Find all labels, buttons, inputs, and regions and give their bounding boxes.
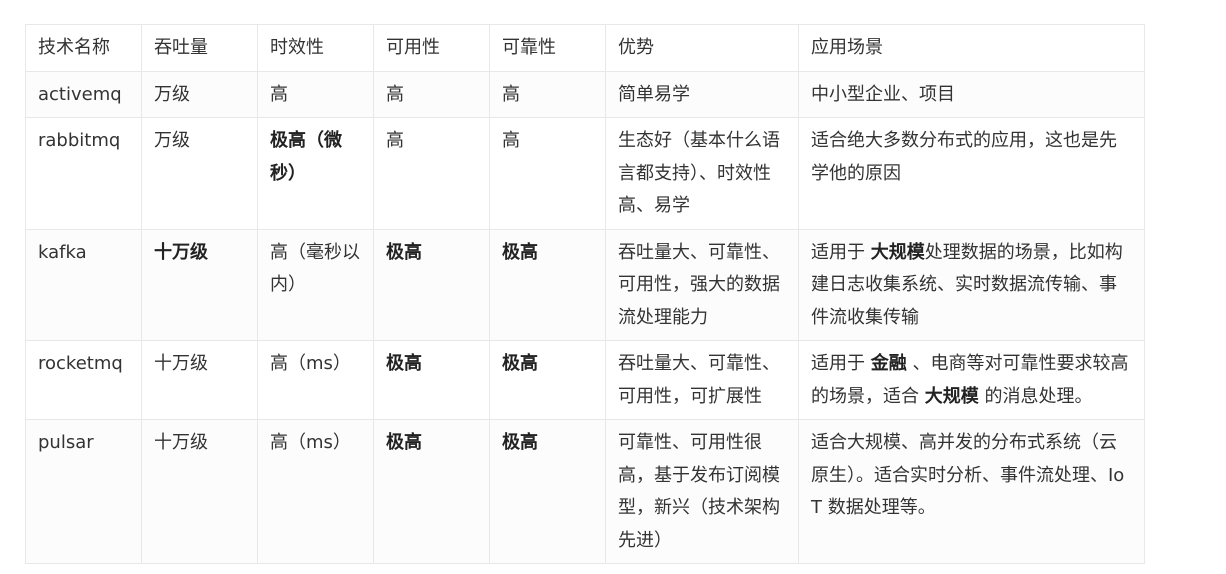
- table-row: pulsar 十万级 高（ms） 极高 极高 可靠性、可用性很高，基于发布订阅模…: [25, 419, 1145, 564]
- cell-timeliness: 高（毫秒以内）: [257, 228, 374, 341]
- cell-scenario: 中小型企业、项目: [798, 70, 1145, 118]
- cell-advantage: 生态好（基本什么语言都支持）、时效性高、易学: [605, 117, 799, 230]
- cell-scenario: 适用于 金融 、电商等对可靠性要求较高的场景，适合 大规模 的消息处理。: [798, 340, 1145, 420]
- table-header-row: 技术名称 吞吐量 时效性 可用性 可靠性 优势 应用场景: [25, 24, 1145, 72]
- cell-availability: 极高: [373, 340, 490, 420]
- header-throughput: 吞吐量: [141, 24, 258, 72]
- scenario-text: 中小型企业、项目: [811, 83, 955, 105]
- header-availability: 可用性: [373, 24, 490, 72]
- header-timeliness: 时效性: [257, 24, 374, 72]
- cell-tech-name: rocketmq: [25, 340, 142, 420]
- cell-reliability: 极高: [489, 228, 606, 341]
- table-row: rabbitmq 万级 极高（微秒） 高 高 生态好（基本什么语言都支持）、时效…: [25, 117, 1145, 230]
- cell-availability: 高: [373, 70, 490, 118]
- cell-timeliness: 极高（微秒）: [257, 117, 374, 230]
- cell-tech-name: activemq: [25, 70, 142, 118]
- cell-availability: 极高: [373, 419, 490, 564]
- cell-throughput: 十万级: [141, 419, 258, 564]
- cell-throughput: 万级: [141, 117, 258, 230]
- scenario-text: 适合绝大多数分布式的应用，这也是先学他的原因: [811, 130, 1117, 184]
- cell-tech-name: pulsar: [25, 419, 142, 564]
- cell-availability: 高: [373, 117, 490, 230]
- header-reliability: 可靠性: [489, 24, 606, 72]
- cell-scenario: 适合绝大多数分布式的应用，这也是先学他的原因: [798, 117, 1145, 230]
- cell-availability: 极高: [373, 228, 490, 341]
- cell-timeliness: 高: [257, 70, 374, 118]
- mq-comparison-table: 技术名称 吞吐量 时效性 可用性 可靠性 优势 应用场景 activemq 万级…: [25, 24, 1145, 564]
- cell-scenario: 适用于 大规模处理数据的场景，比如构建日志收集系统、实时数据流传输、事件流收集传…: [798, 228, 1145, 341]
- cell-advantage: 可靠性、可用性很高，基于发布订阅模型，新兴（技术架构先进）: [605, 419, 799, 564]
- scenario-emphasis: 金融: [870, 353, 907, 374]
- cell-tech-name: rabbitmq: [25, 117, 142, 230]
- cell-advantage: 吞吐量大、可靠性、可用性，可扩展性: [605, 340, 799, 420]
- cell-scenario: 适合大规模、高并发的分布式系统（云原生）。适合实时分析、事件流处理、IoT 数据…: [798, 419, 1145, 564]
- cell-reliability: 高: [489, 70, 606, 118]
- cell-timeliness: 高（ms）: [257, 340, 374, 420]
- table-row: rocketmq 十万级 高（ms） 极高 极高 吞吐量大、可靠性、可用性，可扩…: [25, 340, 1145, 420]
- scenario-text: 适合大规模、高并发的分布式系统（云原生）。适合实时分析、事件流处理、IoT 数据…: [811, 432, 1125, 518]
- header-tech-name: 技术名称: [25, 24, 142, 72]
- cell-timeliness: 高（ms）: [257, 419, 374, 564]
- header-advantage: 优势: [605, 24, 799, 72]
- scenario-text: 的消息处理。: [978, 385, 1093, 407]
- table-row: activemq 万级 高 高 高 简单易学 中小型企业、项目: [25, 70, 1145, 118]
- cell-advantage: 简单易学: [605, 70, 799, 118]
- cell-throughput: 十万级: [141, 228, 258, 341]
- scenario-emphasis: 大规模: [870, 241, 925, 263]
- cell-reliability: 极高: [489, 340, 606, 420]
- cell-throughput: 十万级: [141, 340, 258, 420]
- scenario-text: 适用于: [811, 353, 871, 374]
- scenario-emphasis: 大规模: [924, 385, 979, 407]
- header-scenario: 应用场景: [798, 24, 1145, 72]
- cell-tech-name: kafka: [25, 228, 142, 341]
- cell-reliability: 高: [489, 117, 606, 230]
- table-row: kafka 十万级 高（毫秒以内） 极高 极高 吞吐量大、可靠性、可用性，强大的…: [25, 228, 1145, 341]
- cell-reliability: 极高: [489, 419, 606, 564]
- cell-advantage: 吞吐量大、可靠性、可用性，强大的数据流处理能力: [605, 228, 799, 341]
- cell-throughput: 万级: [141, 70, 258, 118]
- scenario-text: 适用于: [811, 241, 871, 263]
- comparison-table-container: 技术名称 吞吐量 时效性 可用性 可靠性 优势 应用场景 activemq 万级…: [25, 24, 1145, 564]
